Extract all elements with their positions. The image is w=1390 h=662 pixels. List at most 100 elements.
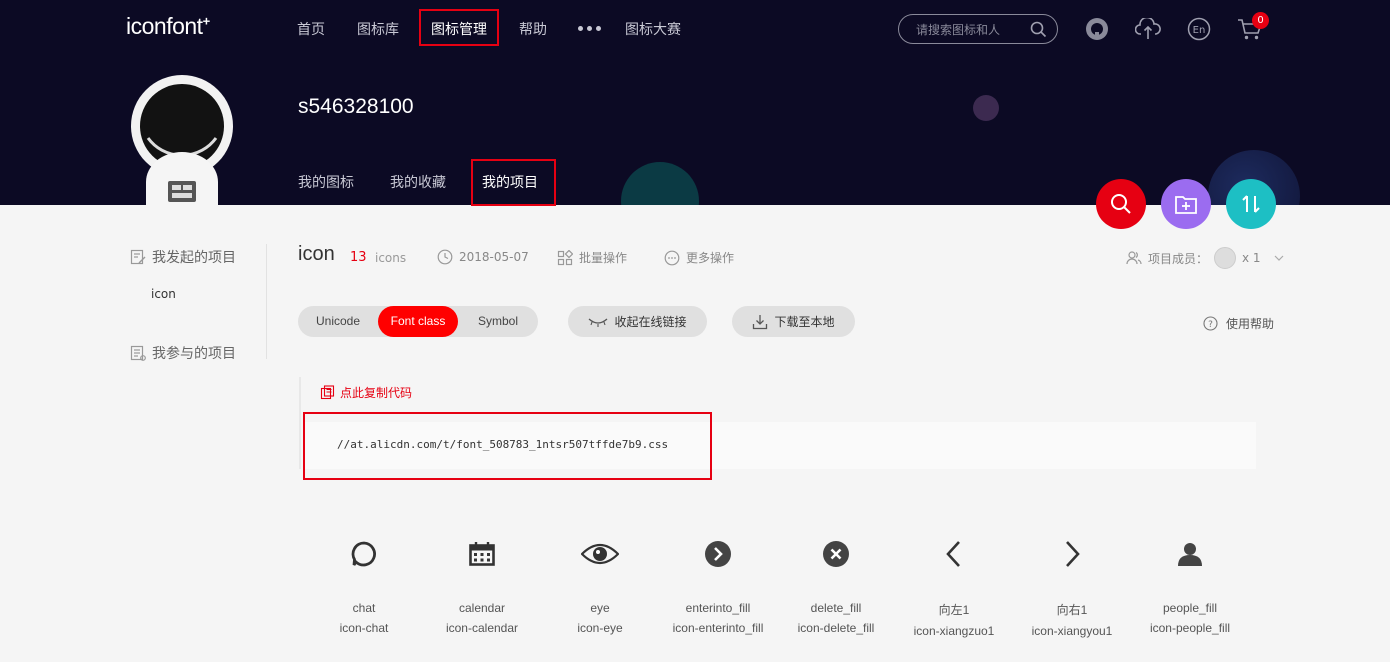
tab-font-class[interactable]: Font class	[378, 306, 458, 337]
avatar[interactable]	[126, 74, 238, 205]
document-list-icon	[130, 345, 146, 361]
copy-code-label: 点此复制代码	[340, 386, 413, 400]
icon-name: delete_fill	[810, 601, 862, 615]
project-icon-unit: icons	[375, 251, 407, 265]
batch-operation-button[interactable]: 批量操作	[557, 249, 627, 266]
joined-projects-title-text: 我参与的项目	[152, 346, 236, 362]
sort-icon	[1242, 195, 1260, 213]
nav-icon-contest[interactable]: 图标大赛	[625, 19, 681, 39]
language-icon[interactable]: En	[1186, 16, 1212, 42]
my-projects-title-text: 我发起的项目	[152, 250, 236, 266]
icon-name: enterinto_fill	[685, 601, 751, 615]
grid-icon	[557, 249, 573, 265]
icon-name: 向右1	[1056, 603, 1088, 617]
icon-class: icon-calendar	[445, 621, 519, 635]
icon-name: chat	[352, 601, 376, 615]
language-label: En	[1193, 25, 1206, 36]
tab-unicode[interactable]: Unicode	[304, 306, 372, 337]
copy-icon	[320, 385, 335, 400]
chevron-right-icon	[1066, 541, 1080, 567]
help-label: 使用帮助	[1226, 317, 1275, 331]
person-icon	[1178, 543, 1202, 566]
search-fab[interactable]	[1096, 179, 1146, 229]
icon-card-people-fill[interactable]: people_fill icon-people_fill	[1131, 535, 1249, 635]
tab-my-favorites[interactable]: 我的收藏	[390, 172, 446, 192]
search-box[interactable]: 请搜索图标和人	[898, 14, 1058, 44]
icon-card-xiangzuo1[interactable]: 向左1 icon-xiangzuo1	[895, 535, 1013, 638]
clock-icon	[437, 249, 453, 265]
tab-my-icons[interactable]: 我的图标	[298, 172, 354, 192]
add-folder-fab[interactable]	[1161, 179, 1211, 229]
cart-count-badge: 0	[1252, 12, 1269, 29]
download-local-button[interactable]: 下载至本地	[732, 306, 855, 337]
highlight-box	[419, 9, 499, 46]
sort-fab[interactable]	[1226, 179, 1276, 229]
chat-icon	[351, 541, 376, 567]
username: s546328100	[298, 95, 414, 118]
members-label: 项目成员：	[1148, 251, 1209, 266]
decor-orb	[973, 95, 999, 121]
icon-card-delete-fill[interactable]: delete_fill icon-delete_fill	[777, 535, 895, 635]
icon-card-xiangyou1[interactable]: 向右1 icon-xiangyou1	[1013, 535, 1131, 638]
svg-text:?: ?	[1208, 320, 1213, 330]
members-count: x 1	[1242, 251, 1261, 265]
sidebar-divider	[266, 244, 267, 359]
my-projects-title[interactable]: 我发起的项目	[130, 247, 236, 267]
eye-closed-icon	[589, 318, 608, 327]
member-avatar[interactable]	[1214, 247, 1237, 269]
code-type-tabs: Unicode Font class Symbol	[298, 306, 538, 337]
logo-mark: +	[202, 13, 211, 29]
nav-icon-library[interactable]: 图标库	[357, 19, 399, 39]
github-icon[interactable]	[1084, 16, 1110, 42]
icon-name: calendar	[458, 601, 506, 615]
icon-card-enterinto-fill[interactable]: enterinto_fill icon-enterinto_fill	[659, 535, 777, 635]
download-icon	[753, 314, 768, 329]
icon-class: icon-eye	[577, 621, 623, 635]
icon-name: people_fill	[1162, 601, 1218, 615]
users-icon	[1126, 251, 1142, 265]
iconfont-logo[interactable]: iconfont+	[126, 13, 210, 40]
project-icon-count: 13	[350, 250, 367, 265]
icon-class: icon-chat	[339, 621, 389, 635]
enter-fill-icon	[705, 541, 731, 567]
copy-code-button[interactable]: 点此复制代码	[320, 384, 412, 401]
icon-card-calendar[interactable]: calendar icon-calendar	[423, 535, 541, 635]
eye-icon	[581, 543, 619, 565]
project-members[interactable]: 项目成员： x 1	[1126, 247, 1285, 269]
icon-name: eye	[590, 601, 610, 615]
icon-class: icon-xiangyou1	[1031, 624, 1113, 638]
search-icon	[1111, 194, 1131, 214]
upload-cloud-icon[interactable]	[1135, 16, 1161, 42]
decor-orb	[621, 162, 699, 205]
nav-home[interactable]: 首页	[297, 19, 325, 39]
icon-card-eye[interactable]: eye icon-eye	[541, 535, 659, 635]
question-icon: ?	[1203, 316, 1218, 331]
more-operations-button[interactable]: 更多操作	[664, 249, 734, 266]
logo-text: iconfont	[126, 13, 203, 39]
icon-card-chat[interactable]: chat icon-chat	[305, 535, 423, 635]
project-date-text: 2018-05-07	[459, 250, 529, 264]
document-edit-icon	[130, 249, 146, 265]
collapse-link-label: 收起在线链接	[614, 315, 687, 329]
delete-fill-icon	[823, 541, 849, 567]
icon-class: icon-xiangzuo1	[913, 624, 995, 638]
search-input[interactable]: 请搜索图标和人	[916, 21, 1030, 38]
more-dots-icon[interactable]	[578, 26, 601, 31]
help-link[interactable]: ? 使用帮助	[1203, 315, 1274, 332]
search-icon[interactable]	[1030, 21, 1047, 38]
more-operations-label: 更多操作	[686, 251, 735, 265]
code-panel-bar	[299, 377, 301, 469]
calendar-icon	[469, 542, 495, 566]
highlight-box	[471, 159, 556, 206]
highlight-box	[303, 412, 712, 480]
nav-help[interactable]: 帮助	[519, 19, 547, 39]
download-label: 下载至本地	[774, 315, 835, 329]
batch-operation-label: 批量操作	[579, 251, 628, 265]
folder-add-icon	[1175, 196, 1197, 214]
project-date: 2018-05-07	[437, 249, 529, 265]
chevron-down-icon[interactable]	[1273, 252, 1285, 264]
tab-symbol[interactable]: Symbol	[466, 306, 530, 337]
joined-projects-title[interactable]: 我参与的项目	[130, 343, 236, 363]
collapse-link-button[interactable]: 收起在线链接	[568, 306, 707, 337]
sidebar-item-icon[interactable]: icon	[151, 287, 176, 301]
